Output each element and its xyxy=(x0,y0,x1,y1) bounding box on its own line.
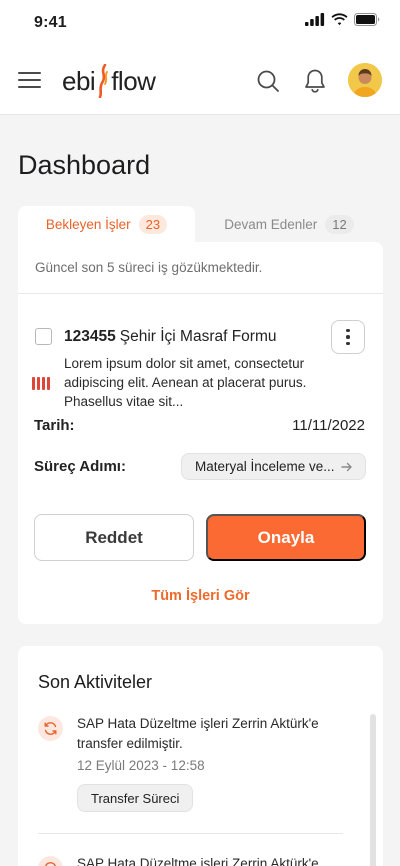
activity-text: SAP Hata Düzeltme işleri Zerrin Aktürk'e xyxy=(77,856,319,866)
hamburger-menu-icon[interactable] xyxy=(18,72,41,90)
avatar-person-icon xyxy=(348,63,382,97)
pending-subtitle: Güncel son 5 süreci iş gözükmektedir. xyxy=(35,260,263,275)
tab-pending[interactable]: Bekleyen İşler 23 xyxy=(18,206,195,242)
see-all-tasks-link[interactable]: Tüm İşleri Gör xyxy=(18,588,383,604)
more-options-button[interactable] xyxy=(331,320,365,354)
activity-time: 12 Eylül 2023 - 12:58 xyxy=(77,758,205,773)
approve-button[interactable]: Onayla xyxy=(206,514,366,561)
logo-text-right: flow xyxy=(111,65,156,96)
activities-scrollbar[interactable] xyxy=(370,714,376,866)
task-title: 123455 Şehir İçi Masraf Formu xyxy=(64,328,277,346)
battery-icon xyxy=(354,13,380,26)
process-step-chip[interactable]: Materyal İnceleme ve... xyxy=(181,453,366,480)
tab-pending-count: 23 xyxy=(138,214,168,234)
app-header: ebi flow xyxy=(0,46,400,115)
ebiflow-logo: ebi flow xyxy=(62,64,156,98)
task-select-checkbox[interactable] xyxy=(35,328,52,345)
status-bar: 9:41 xyxy=(0,0,400,46)
task-name: Şehir İçi Masraf Formu xyxy=(119,328,277,345)
activity-text: SAP Hata Düzeltme işleri Zerrin Aktürk'e… xyxy=(77,716,319,751)
wifi-icon xyxy=(331,13,348,26)
page-title: Dashboard xyxy=(18,150,151,180)
notification-bell-icon[interactable] xyxy=(303,68,327,94)
transfer-sync-icon xyxy=(38,716,63,741)
task-tabs: Bekleyen İşler 23 Devam Edenler 12 xyxy=(18,206,383,242)
tab-pending-label: Bekleyen İşler xyxy=(45,216,131,232)
task-id: 123455 xyxy=(64,328,116,345)
user-avatar[interactable] xyxy=(348,63,382,97)
reject-button[interactable]: Reddet xyxy=(34,514,194,561)
status-icons xyxy=(305,13,380,26)
tab-in-progress-count: 12 xyxy=(325,214,354,234)
activities-title: Son Aktiviteler xyxy=(38,672,153,692)
process-step-value: Materyal İnceleme ve... xyxy=(195,459,335,474)
pending-tasks-card: Güncel son 5 süreci iş gözükmektedir. 12… xyxy=(18,242,383,624)
cellular-signal-icon xyxy=(305,13,325,26)
activity-type-chip[interactable]: Transfer Süreci xyxy=(77,784,194,812)
activity-divider xyxy=(38,833,343,834)
logo-text-left: ebi xyxy=(62,65,96,96)
task-description: Lorem ipsum dolor sit amet, consectetur … xyxy=(64,356,307,409)
search-icon[interactable] xyxy=(256,69,280,93)
transfer-sync-icon xyxy=(38,856,63,866)
tab-in-progress-label: Devam Edenler xyxy=(224,216,318,232)
status-time: 9:41 xyxy=(34,14,67,31)
priority-high-icon xyxy=(32,377,52,390)
tab-in-progress[interactable]: Devam Edenler 12 xyxy=(195,206,383,242)
recent-activities-card: Son Aktiviteler SAP Hata Düzeltme işleri… xyxy=(18,646,383,866)
logo-flame-icon xyxy=(98,64,109,98)
card-divider xyxy=(18,293,383,294)
date-value: 11/11/2022 xyxy=(292,417,365,434)
process-step-label: Süreç Adımı: xyxy=(34,458,126,475)
arrow-right-icon xyxy=(340,462,352,471)
date-label: Tarih: xyxy=(34,417,75,434)
